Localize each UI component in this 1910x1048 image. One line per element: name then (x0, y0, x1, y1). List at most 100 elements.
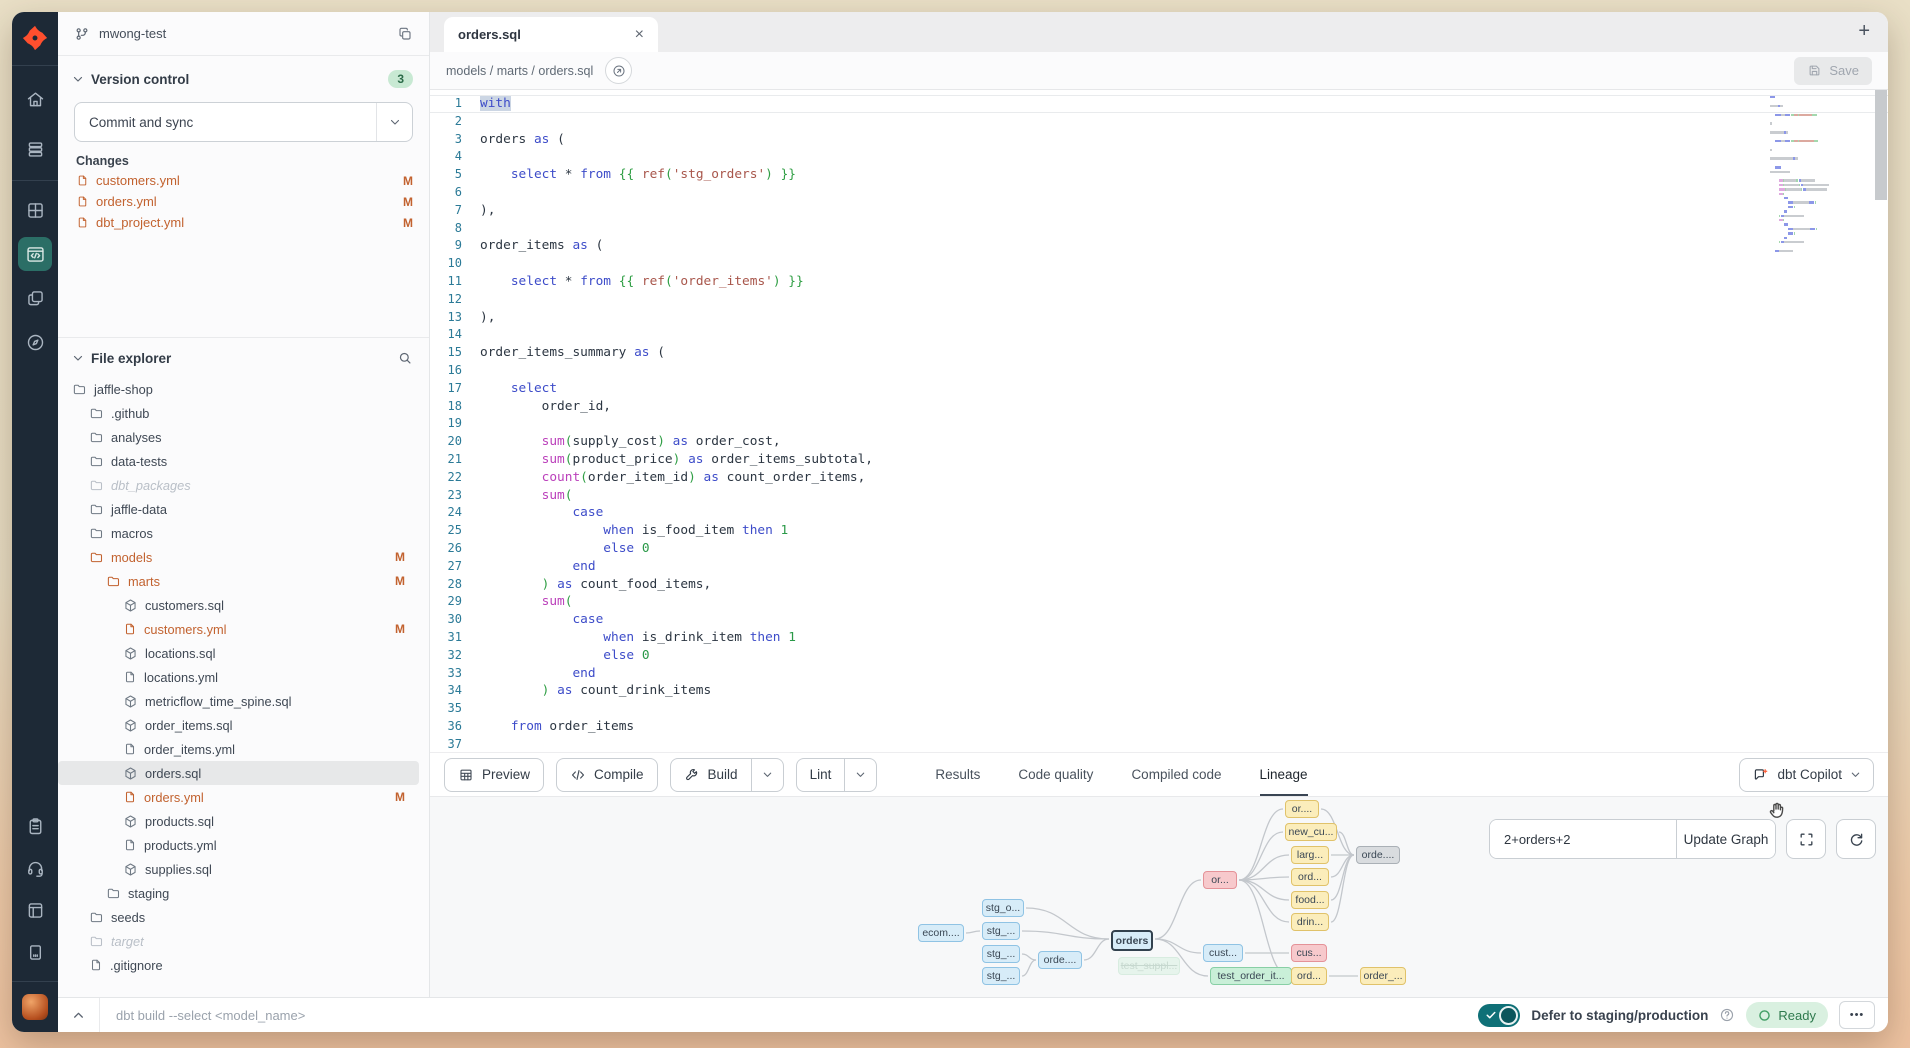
file-tree-item[interactable]: orders.yml M (58, 785, 419, 809)
lineage-node[interactable]: stg_... (982, 945, 1020, 963)
result-tab[interactable]: Lineage (1260, 753, 1308, 796)
file-tree-item[interactable]: jaffle-data (58, 497, 419, 521)
code-line[interactable]: 26 else 0 (430, 540, 1888, 558)
result-tab[interactable]: Results (935, 753, 980, 796)
code-line[interactable]: 6 (430, 184, 1888, 202)
code-line[interactable]: 20 sum(supply_cost) as order_cost, (430, 433, 1888, 451)
file-tree-item[interactable]: .gitignore (58, 953, 419, 977)
file-tree-item[interactable]: orders.sql (58, 761, 419, 785)
file-tree-item[interactable]: seeds (58, 905, 419, 929)
result-tab[interactable]: Code quality (1018, 753, 1093, 796)
defer-toggle[interactable] (1478, 1004, 1520, 1027)
code-line[interactable]: 17 select (430, 380, 1888, 398)
compile-button[interactable]: Compile (556, 758, 658, 792)
lineage-node[interactable]: ecom.... (918, 924, 964, 942)
code-line[interactable]: 12 (430, 291, 1888, 309)
code-line[interactable]: 23 sum( (430, 487, 1888, 505)
clipboard-icon[interactable] (18, 809, 52, 843)
lint-button[interactable]: Lint (797, 759, 845, 791)
code-line[interactable]: 11 select * from {{ ref('order_items') }… (430, 273, 1888, 291)
code-line[interactable]: 14 (430, 326, 1888, 344)
code-line[interactable]: 10 (430, 255, 1888, 273)
lineage-node[interactable]: orders (1111, 930, 1153, 951)
result-tab[interactable]: Compiled code (1131, 753, 1221, 796)
code-line[interactable]: 18 order_id, (430, 398, 1888, 416)
file-tree-item[interactable]: models M (58, 545, 419, 569)
save-button[interactable]: Save (1794, 57, 1872, 85)
code-line[interactable]: 19 (430, 415, 1888, 433)
more-options-button[interactable]: ••• (1839, 1001, 1875, 1029)
code-line[interactable]: 34 ) as count_drink_items (430, 682, 1888, 700)
windows-icon[interactable] (18, 281, 52, 315)
file-tree-item[interactable]: order_items.yml (58, 737, 419, 761)
file-tree-item[interactable]: order_items.sql (58, 713, 419, 737)
lineage-node[interactable]: or.... (1285, 800, 1319, 818)
file-tree-item[interactable]: dbt_packages (58, 473, 419, 497)
code-line[interactable]: 32 else 0 (430, 647, 1888, 665)
code-line[interactable]: 13 ), (430, 309, 1888, 327)
version-control-header[interactable]: Version control 3 (58, 56, 429, 94)
code-line[interactable]: 31 when is_drink_item then 1 (430, 629, 1888, 647)
editor-scrollbar[interactable] (1874, 90, 1888, 752)
code-line[interactable]: 16 (430, 362, 1888, 380)
file-tree-item[interactable]: products.yml (58, 833, 419, 857)
file-tree-item[interactable]: supplies.sql (58, 857, 419, 881)
search-icon[interactable] (397, 350, 413, 366)
changed-file-row[interactable]: customers.yml M (58, 170, 429, 191)
code-line[interactable]: 22 count(order_item_id) as count_order_i… (430, 469, 1888, 487)
code-line[interactable]: 24 case (430, 504, 1888, 522)
file-tree-item[interactable]: macros (58, 521, 419, 545)
lineage-node[interactable]: order_... (1360, 967, 1406, 985)
code-line[interactable]: 8 (430, 220, 1888, 238)
preview-button[interactable]: Preview (444, 758, 544, 792)
lineage-node[interactable]: orde.... (1038, 951, 1082, 969)
lineage-node[interactable]: cust... (1203, 944, 1243, 962)
file-tree-item[interactable]: data-tests (58, 449, 419, 473)
code-line[interactable]: 9 order_items as ( (430, 237, 1888, 255)
compass-icon[interactable] (18, 325, 52, 359)
terminal-panel-icon[interactable] (18, 935, 52, 969)
file-tree-item[interactable]: .github (58, 401, 419, 425)
lineage-node[interactable]: new_cu... (1285, 823, 1337, 841)
code-line[interactable]: 33 end (430, 665, 1888, 683)
chevron-down-icon[interactable] (751, 759, 783, 791)
command-input[interactable]: dbt build --select <model_name> (116, 1008, 305, 1023)
dbt-logo-icon[interactable] (20, 23, 50, 53)
code-line[interactable]: 37 (430, 736, 1888, 752)
code-line[interactable]: 4 (430, 148, 1888, 166)
file-tree-item[interactable]: products.sql (58, 809, 419, 833)
close-icon[interactable]: × (635, 27, 644, 43)
chevron-down-icon[interactable] (376, 103, 412, 141)
file-tree-item[interactable]: marts M (58, 569, 419, 593)
code-line[interactable]: 1 with (430, 95, 1888, 113)
minimap[interactable] (1770, 96, 1870, 258)
code-line[interactable]: 7 ), (430, 202, 1888, 220)
code-line[interactable]: 35 (430, 700, 1888, 718)
docs-icon[interactable] (18, 893, 52, 927)
update-graph-button[interactable]: Update Graph (1676, 820, 1775, 858)
help-icon[interactable] (1719, 1007, 1735, 1023)
code-line[interactable]: 25 when is_food_item then 1 (430, 522, 1888, 540)
code-line[interactable]: 29 sum( (430, 593, 1888, 611)
file-tree-item[interactable]: customers.yml M (58, 617, 419, 641)
lineage-node[interactable]: drin... (1291, 913, 1329, 931)
code-line[interactable]: 36 from order_items (430, 718, 1888, 736)
dashboard-grid-icon[interactable] (18, 193, 52, 227)
code-editor-icon[interactable] (18, 237, 52, 271)
commit-and-sync-select[interactable]: Commit and sync (74, 102, 413, 142)
code-line[interactable]: 3 orders as ( (430, 131, 1888, 149)
file-tree-item[interactable]: customers.sql (58, 593, 419, 617)
build-button[interactable]: Build (671, 759, 751, 791)
lineage-node[interactable]: or... (1203, 871, 1237, 889)
file-tree-item[interactable]: metricflow_time_spine.sql (58, 689, 419, 713)
dbt-copilot-button[interactable]: dbt Copilot (1739, 758, 1874, 792)
lineage-node[interactable]: larg... (1291, 846, 1329, 864)
tab-orders-sql[interactable]: orders.sql × (444, 17, 658, 52)
code-line[interactable]: 2 (430, 113, 1888, 131)
lineage-node[interactable]: stg_o... (982, 899, 1024, 917)
lineage-node[interactable]: stg_... (982, 922, 1020, 940)
code-line[interactable]: 28 ) as count_food_items, (430, 576, 1888, 594)
file-tree-item[interactable]: jaffle-shop (58, 377, 419, 401)
code-line[interactable]: 15 order_items_summary as ( (430, 344, 1888, 362)
lineage-node[interactable]: stg_... (982, 967, 1020, 985)
